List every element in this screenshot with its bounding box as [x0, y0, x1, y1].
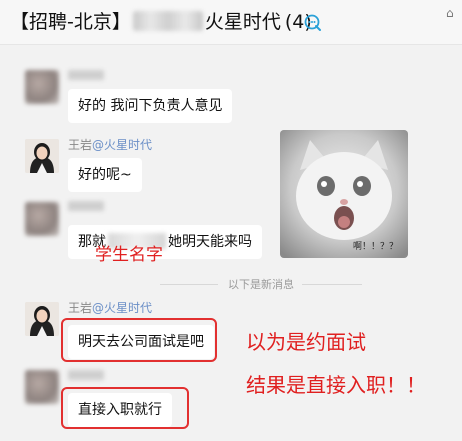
avatar[interactable] — [25, 370, 59, 404]
sender-label: 王岩@火星时代 — [68, 136, 152, 153]
message-bubble[interactable]: 好的 我问下负责人意见 — [68, 89, 233, 123]
divider-text: 以下是新消息 — [228, 278, 294, 291]
avatar[interactable] — [25, 70, 59, 104]
message-text: 好的 我问下负责人意见 — [78, 98, 223, 114]
title-prefix: 【招聘-北京】 — [10, 11, 131, 33]
sender-name: 王岩 — [68, 138, 93, 152]
message-bubble[interactable]: 明天去公司面试是吧 — [68, 325, 214, 359]
message-bubble[interactable]: 直接入职就行 — [68, 393, 172, 427]
blurred-sender-name — [68, 370, 104, 380]
message-text: 明天去公司面试是吧 — [78, 334, 204, 350]
chat-header: 【招聘-北京】 火星时代 (4) ⌂ — [0, 0, 462, 45]
new-messages-divider: 以下是新消息 — [0, 274, 462, 294]
blurred-sender-name — [68, 70, 104, 80]
cat-sticker-image[interactable]: 啊！！？？ — [280, 130, 408, 258]
message-text: 她明天能来吗 — [168, 234, 252, 250]
avatar[interactable] — [25, 302, 59, 336]
chat-bubble-icon[interactable] — [304, 14, 322, 32]
message-text: 好的呢~ — [78, 167, 132, 183]
avatar[interactable] — [25, 202, 59, 236]
message-text: 直接入职就行 — [78, 402, 162, 418]
chat-window: 【招聘-北京】 火星时代 (4) ⌂ 好的 我问下负责人意见 王岩@火星时代 好的呢… — [0, 0, 462, 441]
sender-org: @火星时代 — [92, 138, 153, 152]
annotation-line-1: 以为是约面试 — [246, 330, 366, 354]
blurred-sender-name — [68, 201, 104, 211]
annotation-line-2: 结果是直接入职！！ — [246, 373, 426, 397]
message-bubble[interactable]: 好的呢~ — [68, 158, 142, 192]
sender-label: 王岩@火星时代 — [68, 299, 152, 316]
annotation-student-name: 学生名字 — [95, 245, 163, 265]
avatar[interactable] — [25, 139, 59, 173]
sender-name: 王岩 — [68, 301, 93, 315]
title-brand: 火星时代 — [204, 11, 281, 33]
chat-title: 【招聘-北京】 火星时代 (4) — [10, 7, 312, 37]
sender-org: @火星时代 — [92, 301, 153, 315]
corner-icon[interactable]: ⌂ — [446, 6, 454, 20]
sticker-caption: 啊！！？？ — [352, 242, 398, 252]
blurred-company-name — [132, 11, 203, 31]
